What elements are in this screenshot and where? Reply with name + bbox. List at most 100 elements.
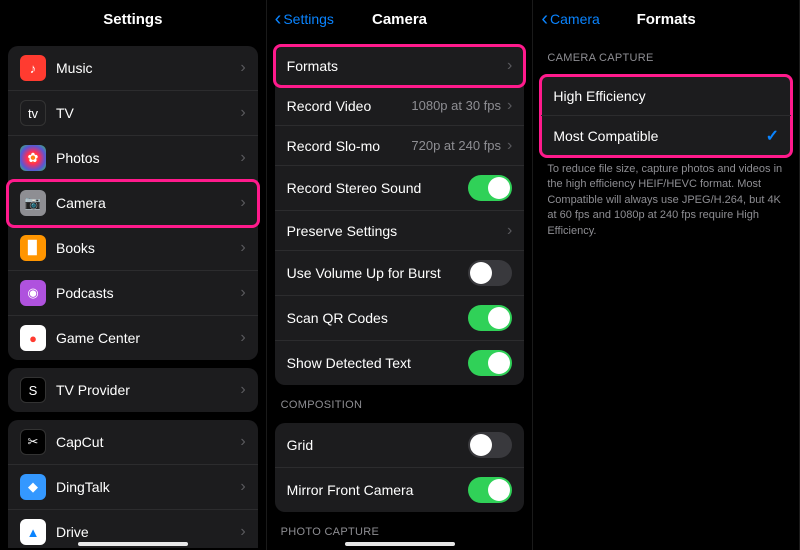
volume-burst-toggle[interactable] — [468, 260, 512, 286]
settings-row-capcut[interactable]: ✂ CapCut › — [8, 420, 258, 465]
row-label: Drive — [56, 524, 240, 540]
row-label: Books — [56, 240, 240, 256]
photos-icon: ✿ — [20, 145, 46, 171]
camera-row-mirror-front[interactable]: Mirror Front Camera — [275, 468, 525, 512]
row-label: TV — [56, 105, 240, 121]
section-header: COMPOSITION — [267, 385, 533, 415]
row-label: Formats — [287, 58, 507, 74]
chevron-right-icon: › — [240, 239, 245, 257]
back-to-camera[interactable]: ‹ Camera — [541, 9, 599, 29]
chevron-right-icon: › — [240, 104, 245, 122]
back-to-settings[interactable]: ‹ Settings — [275, 9, 334, 29]
chevron-right-icon: › — [240, 329, 245, 347]
chevron-right-icon: › — [507, 137, 512, 155]
capcut-icon: ✂ — [20, 429, 46, 455]
back-label: Camera — [550, 11, 600, 27]
checkmark-icon: ✓ — [766, 126, 779, 146]
row-label: Grid — [287, 437, 469, 453]
settings-row-tv[interactable]: tv TV › — [8, 91, 258, 136]
option-label: Most Compatible — [553, 128, 765, 144]
books-icon: ▉ — [20, 235, 46, 261]
row-label: Record Slo-mo — [287, 138, 412, 154]
chevron-left-icon: ‹ — [541, 9, 548, 29]
camera-row-scan-qr[interactable]: Scan QR Codes — [275, 296, 525, 341]
camera-row-volume-burst[interactable]: Use Volume Up for Burst — [275, 251, 525, 296]
formats-panel: ‹ Camera Formats CAMERA CAPTURE High Effi… — [533, 0, 800, 550]
grid-toggle[interactable] — [468, 432, 512, 458]
chevron-right-icon: › — [507, 222, 512, 240]
camera-row-formats[interactable]: Formats› — [275, 46, 525, 86]
row-label: Music — [56, 60, 240, 76]
stereo-sound-toggle[interactable] — [468, 175, 512, 201]
game-center-icon: ● — [20, 325, 46, 351]
settings-row-game-center[interactable]: ● Game Center › — [8, 316, 258, 360]
row-label: TV Provider — [56, 382, 240, 398]
settings-row-tv-provider[interactable]: S TV Provider › — [8, 368, 258, 412]
option-label: High Efficiency — [553, 88, 779, 104]
settings-panel: Settings ♪ Music ›tv TV ›✿ Photos ›📷 Cam… — [0, 0, 267, 550]
section-header: CAMERA CAPTURE — [533, 38, 799, 68]
row-label: DingTalk — [56, 479, 240, 495]
camera-row-stereo-sound[interactable]: Record Stereo Sound — [275, 166, 525, 211]
settings-row-camera[interactable]: 📷 Camera › — [8, 181, 258, 226]
row-label: Game Center — [56, 330, 240, 346]
formats-header: ‹ Camera Formats — [533, 0, 799, 38]
row-label: CapCut — [56, 434, 240, 450]
formats-title: Formats — [637, 11, 696, 28]
row-label: Record Video — [287, 98, 412, 114]
dingtalk-icon: ◆ — [20, 474, 46, 500]
camera-row-record-video[interactable]: Record Video1080p at 30 fps› — [275, 86, 525, 126]
row-label: Photos — [56, 150, 240, 166]
formats-footnote: To reduce file size, capture photos and … — [533, 156, 799, 249]
chevron-right-icon: › — [240, 149, 245, 167]
row-value: 1080p at 30 fps — [411, 98, 501, 113]
camera-header: ‹ Settings Camera — [267, 0, 533, 38]
settings-title: Settings — [103, 11, 162, 28]
scan-qr-toggle[interactable] — [468, 305, 512, 331]
camera-row-grid[interactable]: Grid — [275, 423, 525, 468]
tv-icon: tv — [20, 100, 46, 126]
settings-row-music[interactable]: ♪ Music › — [8, 46, 258, 91]
chevron-right-icon: › — [240, 523, 245, 541]
camera-icon: 📷 — [20, 190, 46, 216]
back-label: Settings — [283, 11, 334, 27]
music-icon: ♪ — [20, 55, 46, 81]
camera-title: Camera — [372, 11, 427, 28]
row-value: 720p at 240 fps — [411, 138, 501, 153]
settings-row-books[interactable]: ▉ Books › — [8, 226, 258, 271]
format-option-most-compatible[interactable]: Most Compatible✓ — [541, 116, 791, 156]
camera-row-detected-text[interactable]: Show Detected Text — [275, 341, 525, 385]
chevron-right-icon: › — [240, 381, 245, 399]
camera-panel: ‹ Settings Camera Formats›Record Video10… — [267, 0, 534, 550]
tv-provider-icon: S — [20, 377, 46, 403]
mirror-front-toggle[interactable] — [468, 477, 512, 503]
home-indicator[interactable] — [78, 542, 188, 546]
camera-row-preserve-settings[interactable]: Preserve Settings› — [275, 211, 525, 251]
chevron-left-icon: ‹ — [275, 9, 282, 29]
drive-icon: ▲ — [20, 519, 46, 545]
settings-row-podcasts[interactable]: ◉ Podcasts › — [8, 271, 258, 316]
chevron-right-icon: › — [240, 433, 245, 451]
section-header: PHOTO CAPTURE — [267, 512, 533, 542]
chevron-right-icon: › — [240, 59, 245, 77]
chevron-right-icon: › — [240, 194, 245, 212]
chevron-right-icon: › — [240, 284, 245, 302]
camera-row-record-slomo[interactable]: Record Slo-mo720p at 240 fps › — [275, 126, 525, 166]
format-option-high-efficiency[interactable]: High Efficiency — [541, 76, 791, 116]
home-indicator[interactable] — [345, 542, 455, 546]
detected-text-toggle[interactable] — [468, 350, 512, 376]
row-label: Use Volume Up for Burst — [287, 265, 469, 281]
row-label: Podcasts — [56, 285, 240, 301]
chevron-right-icon: › — [240, 478, 245, 496]
chevron-right-icon: › — [507, 57, 512, 75]
settings-row-dingtalk[interactable]: ◆ DingTalk › — [8, 465, 258, 510]
row-label: Scan QR Codes — [287, 310, 469, 326]
row-label: Camera — [56, 195, 240, 211]
podcasts-icon: ◉ — [20, 280, 46, 306]
row-label: Mirror Front Camera — [287, 482, 469, 498]
settings-row-photos[interactable]: ✿ Photos › — [8, 136, 258, 181]
row-label: Record Stereo Sound — [287, 180, 469, 196]
row-label: Show Detected Text — [287, 355, 469, 371]
settings-header: Settings — [0, 0, 266, 38]
row-label: Preserve Settings — [287, 223, 507, 239]
